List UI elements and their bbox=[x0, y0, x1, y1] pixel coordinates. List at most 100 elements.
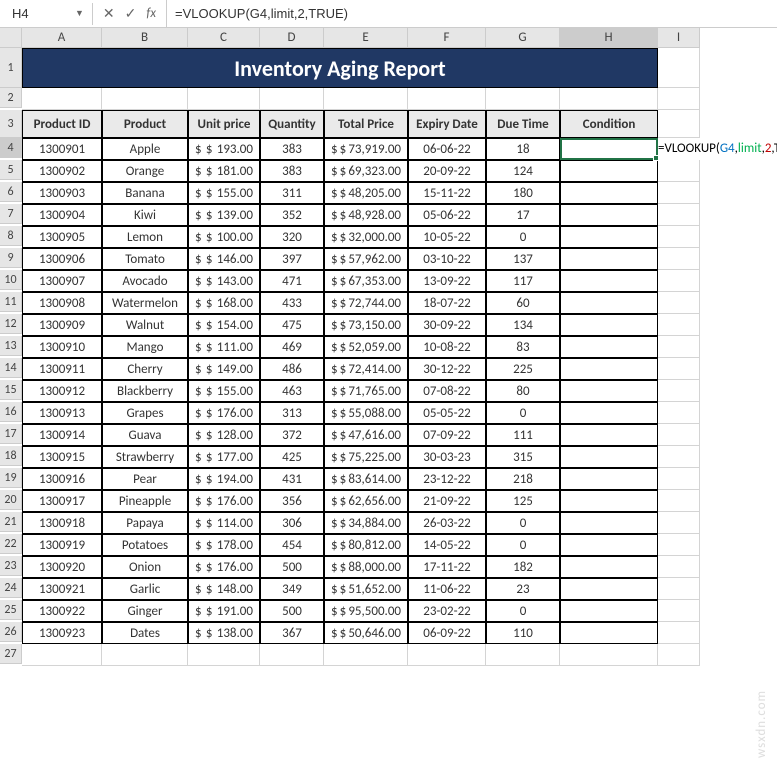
col-head-E[interactable]: E bbox=[324, 28, 408, 48]
empty-cell[interactable] bbox=[486, 644, 560, 666]
cell-unit-price[interactable]: $193.00 bbox=[188, 138, 260, 160]
cell-product[interactable]: Strawberry bbox=[102, 446, 188, 468]
cell-condition[interactable] bbox=[560, 336, 658, 358]
cell-due-time[interactable]: 60 bbox=[486, 292, 560, 314]
cell-unit-price[interactable]: $154.00 bbox=[188, 314, 260, 336]
cell-product-id[interactable]: 1300901 bbox=[22, 138, 102, 160]
empty-cell[interactable] bbox=[658, 424, 700, 446]
row-head-5[interactable]: 5 bbox=[0, 160, 22, 180]
cell-condition[interactable] bbox=[560, 358, 658, 380]
cell-due-time[interactable]: 80 bbox=[486, 380, 560, 402]
table-header[interactable]: Due Time bbox=[486, 110, 560, 138]
cell-due-time[interactable]: 182 bbox=[486, 556, 560, 578]
cell-quantity[interactable]: 356 bbox=[260, 490, 324, 512]
blank-cell[interactable] bbox=[658, 88, 700, 110]
cell-quantity[interactable]: 475 bbox=[260, 314, 324, 336]
cell-unit-price[interactable]: $176.00 bbox=[188, 490, 260, 512]
cell-quantity[interactable]: 500 bbox=[260, 556, 324, 578]
cell-product-id[interactable]: 1300903 bbox=[22, 182, 102, 204]
cell-quantity[interactable]: 320 bbox=[260, 226, 324, 248]
row-head-19[interactable]: 19 bbox=[0, 468, 22, 488]
empty-cell[interactable] bbox=[658, 226, 700, 248]
cell-unit-price[interactable]: $139.00 bbox=[188, 204, 260, 226]
cell-I1[interactable] bbox=[658, 48, 700, 88]
empty-cell[interactable] bbox=[658, 292, 700, 314]
cell-expiry-date[interactable]: 13-09-22 bbox=[408, 270, 486, 292]
cell-total-price[interactable]: $71,765.00 bbox=[324, 380, 408, 402]
cell-quantity[interactable]: 367 bbox=[260, 622, 324, 644]
cell-I4[interactable]: =VLOOKUP(G4,limit,2,TRUE) bbox=[658, 138, 700, 160]
cell-quantity[interactable]: 349 bbox=[260, 578, 324, 600]
cell-condition[interactable] bbox=[560, 556, 658, 578]
row-head-3[interactable]: 3 bbox=[0, 110, 22, 138]
cancel-icon[interactable]: ✕ bbox=[103, 5, 115, 22]
cell-product[interactable]: Papaya bbox=[102, 512, 188, 534]
cell-product-id[interactable]: 1300921 bbox=[22, 578, 102, 600]
empty-cell[interactable] bbox=[658, 512, 700, 534]
row-head-1[interactable]: 1 bbox=[0, 48, 22, 88]
cell-product[interactable]: Kiwi bbox=[102, 204, 188, 226]
cell-unit-price[interactable]: $128.00 bbox=[188, 424, 260, 446]
cell-unit-price[interactable]: $138.00 bbox=[188, 622, 260, 644]
cell-product-id[interactable]: 1300908 bbox=[22, 292, 102, 314]
cell-product-id[interactable]: 1300918 bbox=[22, 512, 102, 534]
cell-due-time[interactable]: 0 bbox=[486, 402, 560, 424]
cell-quantity[interactable]: 431 bbox=[260, 468, 324, 490]
cell-condition[interactable] bbox=[560, 380, 658, 402]
cell-unit-price[interactable]: $146.00 bbox=[188, 248, 260, 270]
cell-product[interactable]: Blackberry bbox=[102, 380, 188, 402]
cell-product-id[interactable]: 1300914 bbox=[22, 424, 102, 446]
cell-quantity[interactable]: 383 bbox=[260, 160, 324, 182]
cell-condition[interactable] bbox=[560, 248, 658, 270]
row-head-26[interactable]: 26 bbox=[0, 622, 22, 642]
blank-cell[interactable] bbox=[560, 88, 658, 110]
cell-total-price[interactable]: $88,000.00 bbox=[324, 556, 408, 578]
cell-due-time[interactable]: 117 bbox=[486, 270, 560, 292]
empty-cell[interactable] bbox=[658, 160, 700, 182]
cell-product[interactable]: Ginger bbox=[102, 600, 188, 622]
cell-product-id[interactable]: 1300905 bbox=[22, 226, 102, 248]
cell-product[interactable]: Guava bbox=[102, 424, 188, 446]
cell-due-time[interactable]: 83 bbox=[486, 336, 560, 358]
row-head-24[interactable]: 24 bbox=[0, 578, 22, 598]
cell-expiry-date[interactable]: 10-08-22 bbox=[408, 336, 486, 358]
cell-due-time[interactable]: 17 bbox=[486, 204, 560, 226]
cell-due-time[interactable]: 315 bbox=[486, 446, 560, 468]
cell-product-id[interactable]: 1300919 bbox=[22, 534, 102, 556]
cell-due-time[interactable]: 137 bbox=[486, 248, 560, 270]
cell-expiry-date[interactable]: 11-06-22 bbox=[408, 578, 486, 600]
cell-condition[interactable] bbox=[560, 270, 658, 292]
col-head-G[interactable]: G bbox=[486, 28, 560, 48]
cell-I3[interactable] bbox=[658, 110, 700, 138]
cell-condition[interactable] bbox=[560, 578, 658, 600]
empty-cell[interactable] bbox=[102, 644, 188, 666]
row-head-9[interactable]: 9 bbox=[0, 248, 22, 268]
fx-icon[interactable]: fx bbox=[146, 6, 156, 21]
row-head-20[interactable]: 20 bbox=[0, 490, 22, 510]
row-head-12[interactable]: 12 bbox=[0, 314, 22, 334]
row-head-21[interactable]: 21 bbox=[0, 512, 22, 532]
cell-quantity[interactable]: 486 bbox=[260, 358, 324, 380]
cell-quantity[interactable]: 454 bbox=[260, 534, 324, 556]
cell-unit-price[interactable]: $114.00 bbox=[188, 512, 260, 534]
cell-total-price[interactable]: $52,059.00 bbox=[324, 336, 408, 358]
row-head-15[interactable]: 15 bbox=[0, 380, 22, 400]
cell-total-price[interactable]: $75,225.00 bbox=[324, 446, 408, 468]
cell-quantity[interactable]: 306 bbox=[260, 512, 324, 534]
cell-unit-price[interactable]: $143.00 bbox=[188, 270, 260, 292]
row-head-11[interactable]: 11 bbox=[0, 292, 22, 312]
row-head-7[interactable]: 7 bbox=[0, 204, 22, 224]
cell-product[interactable]: Garlic bbox=[102, 578, 188, 600]
cell-expiry-date[interactable]: 20-09-22 bbox=[408, 160, 486, 182]
row-head-17[interactable]: 17 bbox=[0, 424, 22, 444]
cell-unit-price[interactable]: $168.00 bbox=[188, 292, 260, 314]
cell-unit-price[interactable]: $148.00 bbox=[188, 578, 260, 600]
select-all-corner[interactable] bbox=[0, 28, 22, 48]
empty-cell[interactable] bbox=[658, 468, 700, 490]
cell-unit-price[interactable]: $100.00 bbox=[188, 226, 260, 248]
blank-cell[interactable] bbox=[22, 88, 102, 110]
cell-expiry-date[interactable]: 10-05-22 bbox=[408, 226, 486, 248]
cell-product[interactable]: Cherry bbox=[102, 358, 188, 380]
col-head-F[interactable]: F bbox=[408, 28, 486, 48]
cell-due-time[interactable]: 110 bbox=[486, 622, 560, 644]
